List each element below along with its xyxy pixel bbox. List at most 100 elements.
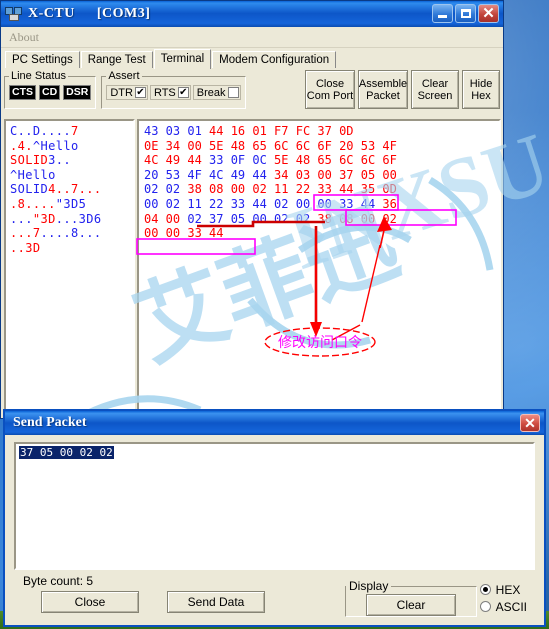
assert-break[interactable]: Break bbox=[192, 85, 241, 100]
led-dsr: DSR bbox=[63, 85, 92, 100]
terminal-line: .8...."3D5 bbox=[10, 197, 133, 212]
radio-ascii-label: ASCII bbox=[495, 599, 527, 614]
assemble-packet-line1: Assemble bbox=[358, 77, 408, 90]
radio-hex-dot[interactable] bbox=[479, 584, 491, 595]
radio-hex[interactable]: HEX bbox=[479, 581, 527, 598]
terminal-line: 02 02 38 08 00 02 11 22 33 44 35 0D bbox=[144, 182, 499, 197]
terminal-line: ...7....8... bbox=[10, 226, 133, 241]
line-status-legend: Line Status bbox=[11, 70, 67, 82]
terminal-segment: 04 00 bbox=[144, 211, 181, 226]
toolbar-buttons: Close Com Port Assemble Packet Clear Scr… bbox=[305, 70, 500, 109]
terminal-segment: 34 03 00 37 05 00 bbox=[266, 167, 397, 182]
com-port-label: [COM3] bbox=[96, 6, 151, 21]
send-data-button[interactable]: Send Data bbox=[167, 591, 265, 613]
hex-pane[interactable]: 43 03 01 44 16 01 F7 FC 37 0D 0E 34 00 5E… bbox=[137, 119, 501, 415]
send-packet-close-icon[interactable]: ✕ bbox=[520, 414, 540, 432]
hide-hex-line2: Hex bbox=[471, 89, 491, 102]
clear-button[interactable]: Clear bbox=[366, 594, 456, 616]
minimize-button[interactable] bbox=[432, 4, 453, 23]
terminal-segment: ..3D bbox=[10, 240, 41, 255]
terminal-line: 00 00 33 44 bbox=[144, 226, 499, 241]
terminal-segment: 38 08 00 02 11 22 33 44 35 0D bbox=[180, 182, 397, 197]
close-com-port-button[interactable]: Close Com Port bbox=[305, 70, 355, 109]
terminal-line: SOLID3.. bbox=[10, 153, 133, 168]
assert-rts-checkbox[interactable]: ✔ bbox=[177, 87, 189, 98]
ascii-pane[interactable]: C..D....7.4.^Hello SOLID3.. ^Hello SOLID4..… bbox=[4, 119, 135, 415]
hide-hex-button[interactable]: Hide Hex bbox=[462, 70, 500, 109]
terminal-segment: 20 53 4F 4C 49 44 bbox=[144, 167, 267, 182]
terminal-segment: 36 bbox=[375, 196, 397, 211]
assert-break-checkbox[interactable] bbox=[227, 87, 239, 98]
terminal-segment: 43 03 01 bbox=[144, 124, 202, 138]
display-legend: Display bbox=[349, 579, 389, 593]
assert-dtr-label: DTR bbox=[110, 86, 133, 99]
terminal-segment: ....8... bbox=[40, 226, 102, 241]
assert-controls: DTR ✔ RTS ✔ Break bbox=[106, 85, 241, 100]
radio-ascii[interactable]: ASCII bbox=[479, 598, 527, 615]
terminal-segment: 33 0F 0C bbox=[201, 153, 267, 168]
terminal-segment: SOLID bbox=[10, 153, 49, 168]
assemble-packet-button[interactable]: Assemble Packet bbox=[358, 70, 408, 109]
assert-dtr[interactable]: DTR ✔ bbox=[106, 85, 148, 100]
terminal-segment: 00 02 11 22 33 44 02 00 00 33 44 bbox=[144, 196, 376, 211]
send-packet-footer: Close Send Data Display Clear HEX ASCII bbox=[14, 579, 535, 617]
terminal-segment: ^Hello bbox=[32, 138, 79, 153]
tab-range-test[interactable]: Range Test bbox=[80, 51, 153, 68]
send-packet-body: 37 05 00 02 02 Byte count: 5 Close Send … bbox=[5, 435, 544, 617]
terminal-segment: 02 37 bbox=[180, 211, 224, 226]
hex-output: 43 03 01 44 16 01 F7 FC 37 0D 0E 34 00 5E… bbox=[139, 121, 499, 241]
terminal-line: 4C 49 44 33 0F 0C 5E 48 65 6C 6C 6F bbox=[144, 153, 499, 168]
send-packet-dialog: Send Packet ✕ 37 05 00 02 02 Byte count:… bbox=[3, 409, 546, 627]
led-cts: CTS bbox=[9, 85, 36, 100]
terminal-line: 0E 34 00 5E 48 65 6C 6C 6F 20 53 4F bbox=[144, 139, 499, 154]
assemble-packet-line2: Packet bbox=[366, 89, 400, 102]
radio-hex-label: HEX bbox=[495, 582, 521, 597]
packet-input-value: 37 05 00 02 02 bbox=[19, 446, 114, 459]
clear-screen-line1: Clear bbox=[421, 77, 449, 90]
menu-item-about[interactable]: About bbox=[9, 30, 39, 45]
terminal-segment: 3.. bbox=[48, 153, 71, 168]
terminal-toolbar: Line Status CTS CD DSR Assert DTR ✔ RTS … bbox=[1, 68, 503, 116]
send-packet-title: Send Packet bbox=[13, 415, 87, 430]
terminal-panes: C..D....7.4.^Hello SOLID3.. ^Hello SOLID4..… bbox=[4, 119, 501, 415]
display-mode-radios: HEX ASCII bbox=[479, 581, 527, 615]
terminal-line: ^Hello bbox=[10, 168, 133, 183]
maximize-button[interactable] bbox=[455, 4, 476, 23]
terminal-line: 20 53 4F 4C 49 44 34 03 00 37 05 00 bbox=[144, 168, 499, 183]
terminal-segment: C..D.... bbox=[10, 124, 71, 138]
close-com-port-line2: Com Port bbox=[306, 89, 354, 102]
radio-ascii-dot[interactable] bbox=[479, 601, 491, 612]
window-controls: ✕ bbox=[432, 4, 499, 23]
send-packet-titlebar[interactable]: Send Packet ✕ bbox=[5, 411, 544, 435]
terminal-segment: 4C 49 44 bbox=[144, 153, 202, 168]
terminal-segment: 00 00 33 44 bbox=[144, 226, 224, 241]
packet-input[interactable]: 37 05 00 02 02 bbox=[14, 442, 535, 570]
line-status-leds: CTS CD DSR bbox=[9, 85, 92, 100]
terminal-segment: 7 bbox=[71, 124, 79, 138]
tab-pc-settings[interactable]: PC Settings bbox=[5, 51, 80, 68]
main-window: X-CTU [COM3] ✕ About PC Settings Range Te… bbox=[0, 0, 504, 419]
terminal-line: 43 03 01 44 16 01 F7 FC 37 0D bbox=[144, 124, 499, 139]
ascii-output: C..D....7.4.^Hello SOLID3.. ^Hello SOLID4..… bbox=[6, 121, 133, 255]
window-titlebar[interactable]: X-CTU [COM3] ✕ bbox=[1, 1, 503, 27]
terminal-line: C..D....7 bbox=[10, 124, 133, 139]
menu-bar: About bbox=[1, 27, 503, 48]
tab-terminal[interactable]: Terminal bbox=[153, 49, 212, 69]
terminal-segment: .4. bbox=[10, 138, 33, 153]
terminal-segment: "3D bbox=[32, 211, 56, 226]
assert-rts[interactable]: RTS ✔ bbox=[149, 85, 191, 100]
assert-legend: Assert bbox=[108, 70, 140, 82]
assert-group: Assert DTR ✔ RTS ✔ Break bbox=[101, 70, 246, 109]
terminal-line: ..."3D...3D6 bbox=[10, 212, 133, 227]
line-status-group: Line Status CTS CD DSR bbox=[4, 70, 97, 109]
display-group: Display Clear bbox=[345, 579, 477, 617]
assert-dtr-checkbox[interactable]: ✔ bbox=[134, 87, 146, 98]
clear-screen-button[interactable]: Clear Screen bbox=[411, 70, 459, 109]
terminal-segment: 05 00 02 02 bbox=[223, 211, 311, 226]
terminal-segment: 4..7... bbox=[48, 182, 102, 197]
terminal-segment: ...7 bbox=[10, 226, 41, 241]
terminal-segment: 02 02 bbox=[144, 182, 181, 197]
dialog-close-button[interactable]: Close bbox=[41, 591, 139, 613]
close-button[interactable]: ✕ bbox=[478, 4, 499, 23]
tab-modem-configuration[interactable]: Modem Configuration bbox=[212, 51, 337, 68]
